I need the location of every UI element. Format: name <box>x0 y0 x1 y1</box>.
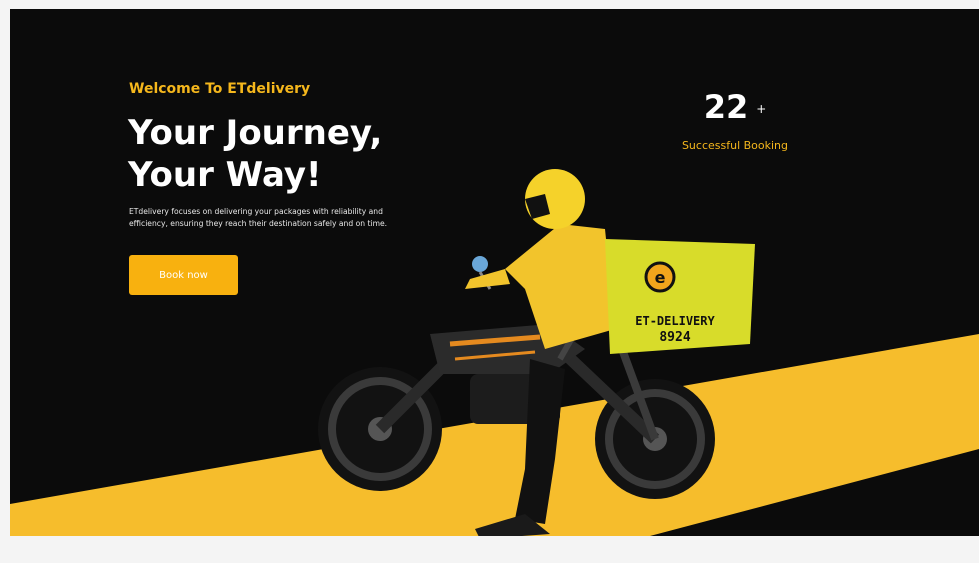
book-now-button[interactable]: Book now <box>129 255 238 295</box>
box-number-text: 8924 <box>659 330 690 345</box>
booking-stat: 22 + Successful Booking <box>670 89 800 152</box>
hero-section: Welcome To ETdelivery Your Journey, Your… <box>10 9 979 536</box>
stat-plus-suffix: + <box>756 102 767 116</box>
headline-line-1: Your Journey, <box>128 113 383 153</box>
box-logo-letter: e <box>655 268 666 287</box>
stat-label: Successful Booking <box>681 139 789 152</box>
stat-value: 22 <box>703 88 749 126</box>
hero-eyebrow: Welcome To ETdelivery <box>129 81 311 97</box>
box-brand-text: ET-DELIVERY <box>635 314 715 328</box>
delivery-rider-illustration: e ET-DELIVERY 8924 <box>318 169 755 536</box>
stat-number: 22 + <box>670 89 800 127</box>
delivery-box: e ET-DELIVERY 8924 <box>605 239 755 354</box>
